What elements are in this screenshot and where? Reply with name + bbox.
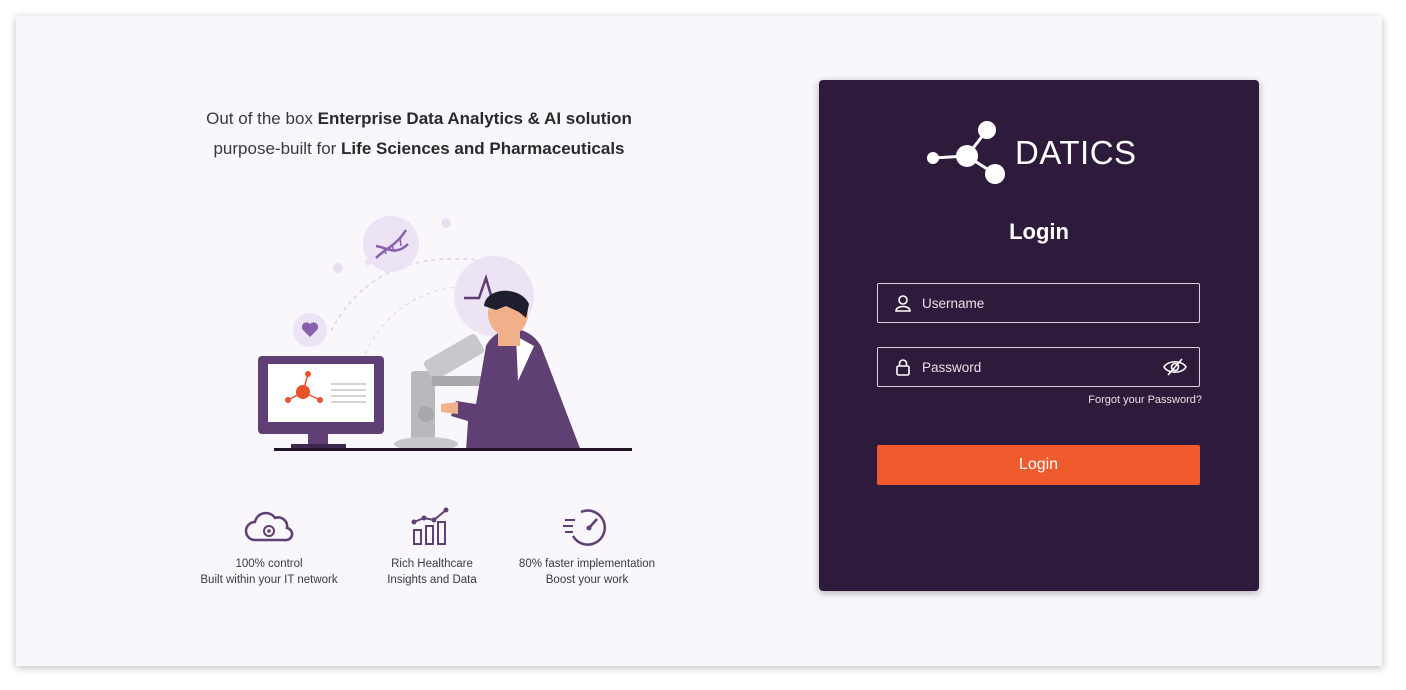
feature-insights: Rich Healthcare Insights and Data bbox=[347, 506, 517, 588]
molecule-logo-icon bbox=[927, 121, 1005, 184]
dna-bubble-icon bbox=[363, 216, 419, 272]
login-title: Login bbox=[1009, 219, 1069, 244]
username-input[interactable] bbox=[922, 284, 1152, 322]
feature-insights-line-1: Rich Healthcare bbox=[391, 558, 473, 570]
hero-line-2-bold: Life Sciences and Pharmaceuticals bbox=[341, 139, 625, 158]
hero-line-1-bold: Enterprise Data Analytics & AI solution bbox=[317, 109, 632, 128]
cloud-gear-icon bbox=[244, 511, 294, 542]
password-input[interactable] bbox=[922, 348, 1152, 386]
hero-line-2: purpose-built for Life Sciences and Phar… bbox=[213, 139, 625, 158]
brand-name: DATICS bbox=[1015, 134, 1137, 171]
lock-icon bbox=[896, 359, 910, 376]
feature-control: 100% control Built within your IT networ… bbox=[184, 506, 354, 588]
login-button[interactable]: Login bbox=[877, 445, 1200, 485]
datics-logo: DATICS bbox=[925, 118, 1155, 188]
feature-insights-line-2: Insights and Data bbox=[387, 574, 477, 586]
feature-speed-line-2: Boost your work bbox=[545, 574, 629, 586]
feature-control-line-2: Built within your IT network bbox=[200, 574, 338, 586]
monitor-icon bbox=[258, 356, 384, 448]
speedometer-icon bbox=[563, 509, 607, 546]
feature-speed: 80% faster implementation Boost your wor… bbox=[502, 506, 672, 588]
feature-speed-line-1: 80% faster implementation bbox=[518, 558, 656, 570]
hero-tagline: Out of the box Enterprise Data Analytics… bbox=[16, 104, 822, 164]
username-field[interactable] bbox=[877, 283, 1200, 323]
heart-bubble-icon bbox=[293, 313, 327, 347]
page: Out of the box Enterprise Data Analytics… bbox=[16, 16, 1382, 666]
table-line bbox=[274, 448, 632, 451]
hero-line-1: Out of the box Enterprise Data Analytics… bbox=[206, 109, 632, 128]
feature-control-line-1: 100% control bbox=[235, 558, 303, 570]
bar-chart-icon bbox=[411, 507, 449, 545]
user-icon bbox=[895, 295, 911, 312]
eye-slash-icon[interactable] bbox=[1163, 357, 1187, 377]
scientist-illustration bbox=[258, 216, 632, 451]
password-field[interactable] bbox=[877, 347, 1200, 387]
forgot-password-link[interactable]: Forgot your Password? bbox=[877, 394, 1202, 406]
features: 100% control Built within your IT networ… bbox=[16, 506, 822, 606]
login-card: DATICS Login Forgot your Password? Logi bbox=[819, 80, 1259, 591]
